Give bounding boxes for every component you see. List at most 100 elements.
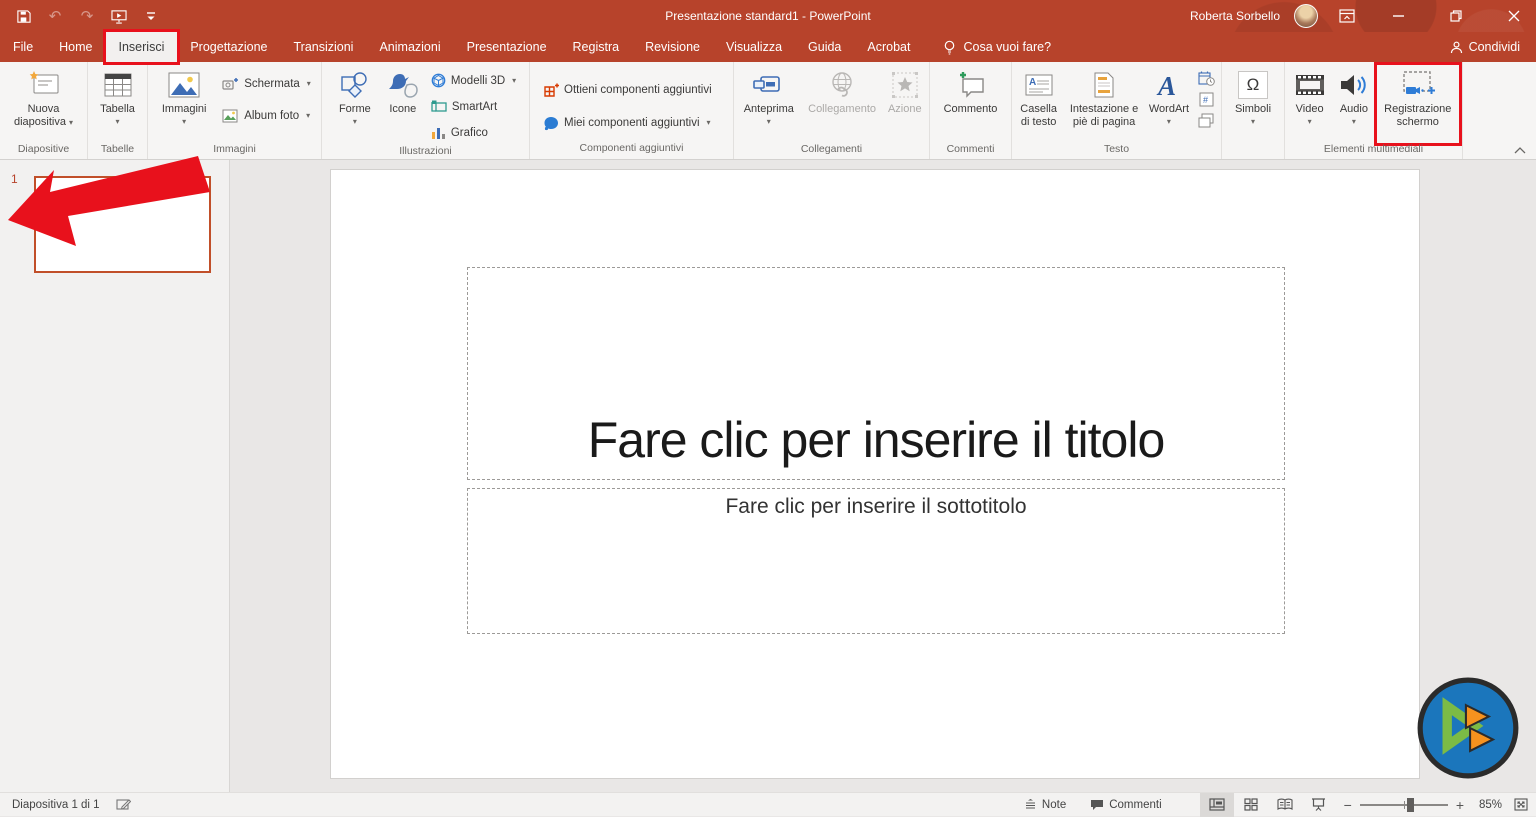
close-button[interactable] — [1492, 0, 1536, 32]
chevron-down-icon: ▾ — [1167, 118, 1171, 126]
get-add-ins-button[interactable]: Ottieni componenti aggiuntivi — [540, 78, 715, 103]
edit-indicator-icon[interactable] — [116, 798, 131, 811]
undo-icon: ↶ — [46, 7, 64, 25]
subtitle-placeholder[interactable]: Fare clic per inserire il sottotitolo — [467, 488, 1285, 634]
tab-inserisci[interactable]: Inserisci — [106, 32, 178, 62]
zoom-in-button[interactable]: + — [1456, 797, 1464, 813]
omega-icon: Ω — [1238, 67, 1268, 103]
zoom-slider-handle[interactable] — [1407, 798, 1414, 812]
quick-access-toolbar: ↶ ↷ — [0, 7, 160, 25]
group-diapositive: Nuova diapositiva ▾ Diapositive — [0, 62, 88, 159]
tab-file[interactable]: File — [0, 32, 46, 62]
group-componenti-aggiuntivi: Ottieni componenti aggiuntivi Miei compo… — [530, 62, 734, 159]
group-tabelle: Tabella ▾ Tabelle — [88, 62, 148, 159]
notes-toggle[interactable]: Note — [1012, 793, 1078, 817]
new-slide-button[interactable]: Nuova diapositiva ▾ — [8, 65, 80, 143]
chevron-down-icon: ▾ — [512, 77, 516, 85]
fit-to-window-button[interactable] — [1506, 793, 1536, 817]
group-commenti: Commento Commenti — [930, 62, 1012, 159]
tab-guida[interactable]: Guida — [795, 32, 854, 62]
chart-button[interactable]: Grafico — [428, 120, 519, 145]
save-icon[interactable] — [14, 7, 32, 25]
group-label-testo: Testo — [1012, 143, 1221, 159]
group-collegamenti: Anteprima ▾ Collegamento Azione Collegam… — [734, 62, 930, 159]
video-button[interactable]: Video ▾ — [1288, 65, 1331, 143]
chevron-down-icon: ▾ — [69, 118, 73, 127]
header-footer-button[interactable]: Intestazione e piè di pagina — [1064, 65, 1144, 143]
ribbon-display-options-icon[interactable] — [1332, 0, 1362, 32]
chevron-down-icon: ▾ — [1308, 118, 1312, 126]
minimize-button[interactable] — [1376, 0, 1420, 32]
tab-home[interactable]: Home — [46, 32, 105, 62]
restore-button[interactable] — [1434, 0, 1478, 32]
collapse-ribbon-icon[interactable] — [1514, 147, 1526, 154]
wordart-button[interactable]: A WordArt ▾ — [1146, 65, 1192, 143]
view-normal-button[interactable] — [1200, 793, 1234, 817]
zoom-slider[interactable] — [1360, 804, 1448, 806]
tab-progettazione[interactable]: Progettazione — [177, 32, 280, 62]
notes-icon — [1024, 799, 1037, 811]
person-icon — [1450, 41, 1463, 54]
lightbulb-icon — [943, 40, 956, 55]
group-label-componenti: Componenti aggiuntivi — [530, 142, 733, 159]
icons-button[interactable]: Icone — [382, 65, 424, 143]
wordart-icon: A — [1154, 67, 1184, 103]
symbols-button[interactable]: Ω Simboli ▾ — [1226, 65, 1280, 143]
chevron-down-icon: ▾ — [767, 118, 771, 126]
icons-icon — [387, 67, 419, 103]
screenshot-button[interactable]: Schermata ▾ — [219, 71, 314, 96]
view-reading-button[interactable] — [1268, 793, 1302, 817]
text-box-button[interactable]: A Casella di testo — [1015, 65, 1062, 143]
tab-revisione[interactable]: Revisione — [632, 32, 713, 62]
photo-album-button[interactable]: Album foto ▾ — [219, 103, 314, 128]
tell-me-box[interactable]: Cosa vuoi fare? — [931, 32, 1063, 62]
tab-registra[interactable]: Registra — [560, 32, 633, 62]
tab-presentazione[interactable]: Presentazione — [454, 32, 560, 62]
slide-number-button[interactable]: # — [1196, 90, 1216, 108]
smartart-button[interactable]: SmartArt — [428, 94, 519, 119]
table-button[interactable]: Tabella ▾ — [92, 65, 144, 143]
view-slide-sorter-button[interactable] — [1234, 793, 1268, 817]
title-placeholder[interactable]: Fare clic per inserire il titolo — [467, 267, 1285, 480]
customize-quick-access-icon[interactable] — [142, 7, 160, 25]
date-time-button[interactable] — [1196, 69, 1216, 87]
zoom-out-button[interactable]: − — [1344, 797, 1352, 813]
tab-animazioni[interactable]: Animazioni — [366, 32, 453, 62]
zoom-preview-button[interactable]: Anteprima ▾ — [737, 65, 801, 143]
link-globe-icon — [827, 67, 857, 103]
3d-models-button[interactable]: Modelli 3D ▾ — [428, 68, 519, 93]
view-slideshow-button[interactable] — [1302, 793, 1336, 817]
slide-canvas[interactable]: Fare clic per inserire il titolo Fare cl… — [331, 170, 1419, 778]
screenshot-icon — [222, 77, 239, 91]
comments-toggle[interactable]: Commenti — [1078, 793, 1173, 817]
table-icon — [103, 67, 133, 103]
powerpoint-window: ↶ ↷ Presentazione standard1 - PowerPoint… — [0, 0, 1536, 816]
ribbon: Nuova diapositiva ▾ Diapositive Tabella … — [0, 62, 1536, 160]
pictures-button[interactable]: Immagini ▾ — [155, 65, 213, 143]
tab-visualizza[interactable]: Visualizza — [713, 32, 795, 62]
slide-indicator: Diapositiva 1 di 1 — [12, 799, 100, 811]
svg-text:A: A — [1029, 77, 1036, 88]
screen-recording-button[interactable]: Registrazione schermo — [1377, 65, 1459, 143]
chevron-down-icon: ▾ — [707, 119, 711, 127]
tab-transizioni[interactable]: Transizioni — [280, 32, 366, 62]
start-slideshow-icon[interactable] — [110, 7, 128, 25]
header-footer-icon — [1092, 67, 1116, 103]
my-add-ins-button[interactable]: Miei componenti aggiuntivi ▾ — [540, 111, 714, 136]
group-label-collegamenti: Collegamenti — [734, 143, 929, 159]
text-box-icon: A — [1024, 67, 1054, 103]
tab-acrobat[interactable]: Acrobat — [854, 32, 923, 62]
workspace: 1 Fare clic per inserire il titolo Fare … — [0, 160, 1536, 792]
audio-button[interactable]: Audio ▾ — [1333, 65, 1374, 143]
share-button[interactable]: Condividi — [1450, 32, 1536, 62]
user-name[interactable]: Roberta Sorbello — [1190, 9, 1280, 23]
annotation-arrow — [4, 154, 216, 258]
shapes-icon — [340, 67, 370, 103]
avatar[interactable] — [1294, 4, 1318, 28]
my-add-ins-icon — [543, 116, 559, 131]
comment-button[interactable]: Commento — [935, 65, 1007, 143]
zoom-level[interactable]: 85% — [1472, 799, 1506, 811]
object-button[interactable] — [1196, 111, 1216, 129]
redo-icon: ↷ — [78, 7, 96, 25]
shapes-button[interactable]: Forme ▾ — [332, 65, 378, 143]
